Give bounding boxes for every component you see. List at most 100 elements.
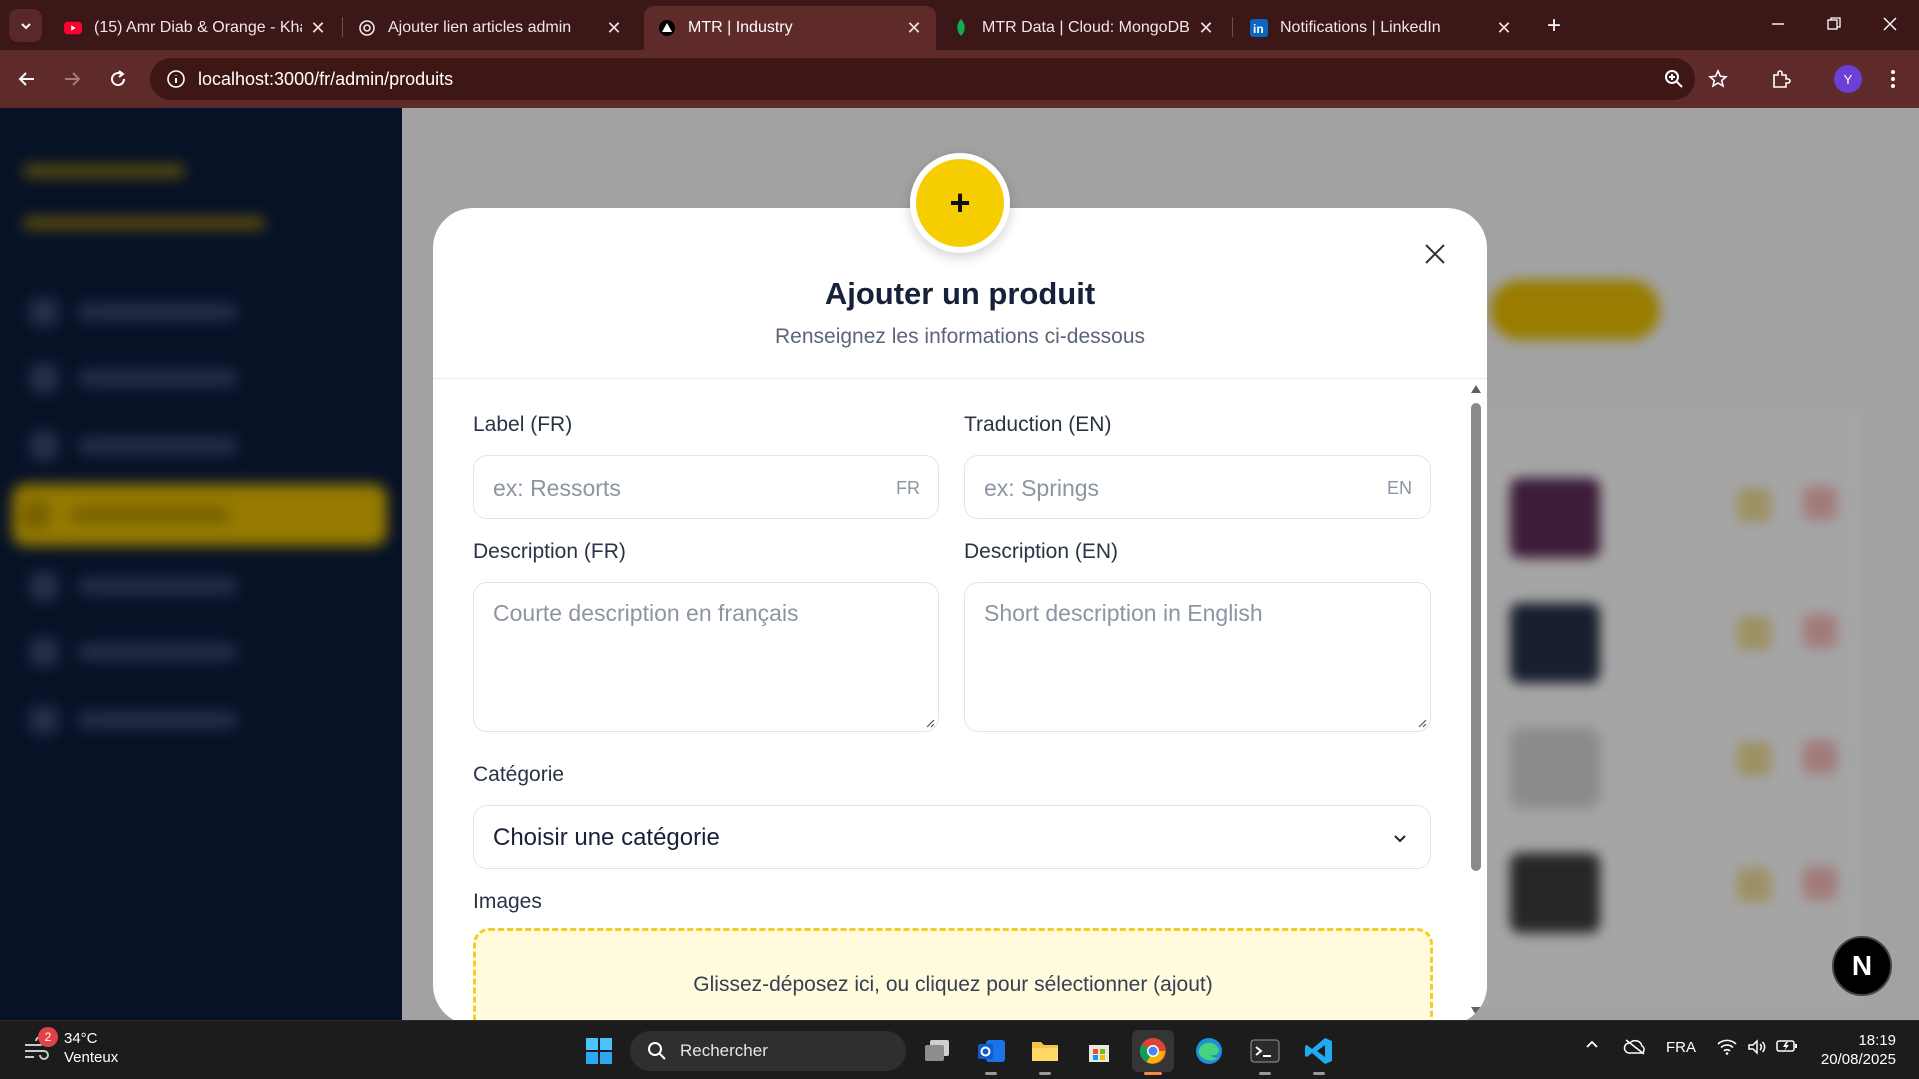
site-info-icon[interactable] bbox=[156, 59, 196, 99]
add-product-modal: Ajouter un produit Renseignez les inform… bbox=[433, 208, 1487, 1020]
close-tab-icon[interactable]: ✕ bbox=[604, 18, 624, 38]
dropzone-text: Glissez-déposez ici, ou cliquez pour sél… bbox=[693, 973, 1213, 996]
reload-icon bbox=[111, 70, 126, 87]
file-explorer-app[interactable] bbox=[1024, 1030, 1066, 1075]
tab-title: Ajouter lien articles admin bbox=[388, 19, 572, 36]
browser-toolbar: localhost:3000/fr/admin/produits Y bbox=[0, 50, 1919, 108]
description-en-label: Description (EN) bbox=[964, 540, 1119, 563]
close-icon bbox=[1883, 17, 1897, 31]
modal-subtitle: Renseignez les informations ci-dessous bbox=[774, 325, 1145, 348]
label-en-input[interactable]: ex: Springs EN bbox=[964, 455, 1431, 519]
close-tab-icon[interactable]: ✕ bbox=[904, 18, 924, 38]
browser-tab-chatgpt[interactable]: Ajouter lien articles admin ✕ bbox=[344, 6, 636, 50]
task-view-icon bbox=[925, 1040, 949, 1061]
language-indicator[interactable]: FRA bbox=[1664, 1039, 1698, 1056]
weather-widget[interactable]: 2 34°C Venteux bbox=[22, 1027, 119, 1067]
restore-window-button[interactable] bbox=[1814, 8, 1854, 40]
zoom-icon[interactable] bbox=[1662, 67, 1686, 91]
minimize-icon bbox=[1772, 23, 1784, 25]
terminal-app[interactable] bbox=[1244, 1030, 1286, 1075]
onedrive-tray-button[interactable] bbox=[1620, 1039, 1650, 1055]
running-indicator bbox=[1313, 1072, 1325, 1075]
show-hidden-icons-button[interactable] bbox=[1580, 1039, 1604, 1049]
chrome-app[interactable] bbox=[1132, 1030, 1174, 1075]
taskbar-search-box[interactable]: Rechercher bbox=[630, 1031, 906, 1071]
edge-app[interactable] bbox=[1188, 1030, 1230, 1072]
browser-tab-youtube[interactable]: (15) Amr Diab & Orange - Khat ✕ bbox=[50, 6, 340, 50]
scroll-up-arrow-icon[interactable] bbox=[1470, 383, 1482, 395]
label-en-lang-suffix: EN bbox=[1386, 478, 1412, 498]
microsoft-store-app[interactable] bbox=[1078, 1030, 1120, 1072]
close-tab-icon[interactable]: ✕ bbox=[308, 18, 328, 38]
taskbar-clock[interactable]: 18:19 20/08/2025 bbox=[1812, 1031, 1896, 1069]
clock-date: 20/08/2025 bbox=[1820, 1051, 1896, 1068]
close-modal-button[interactable] bbox=[1419, 238, 1451, 270]
running-indicator bbox=[1144, 1072, 1162, 1075]
description-fr-textarea[interactable]: Courte description en français bbox=[473, 582, 939, 732]
modal-plus-badge: + bbox=[910, 153, 1010, 253]
mongodb-leaf-icon bbox=[952, 19, 970, 37]
address-bar[interactable]: localhost:3000/fr/admin/produits bbox=[150, 58, 1695, 100]
scrollbar-thumb[interactable] bbox=[1471, 403, 1481, 871]
nextjs-triangle-icon bbox=[658, 19, 676, 37]
chrome-icon bbox=[1139, 1038, 1166, 1064]
close-tab-icon[interactable]: ✕ bbox=[1494, 18, 1514, 38]
terminal-icon bbox=[1250, 1039, 1280, 1063]
resize-grip-icon[interactable] bbox=[923, 716, 935, 728]
tab-search-menu-button[interactable] bbox=[9, 9, 42, 42]
weather-description: Venteux bbox=[64, 1049, 119, 1066]
tab-title: Notifications | LinkedIn bbox=[1280, 19, 1441, 36]
browser-tab-linkedin[interactable]: in Notifications | LinkedIn ✕ bbox=[1236, 6, 1526, 50]
reload-button[interactable] bbox=[102, 63, 134, 95]
battery-tray-icon[interactable] bbox=[1772, 1039, 1802, 1053]
chevron-up-icon bbox=[1586, 1040, 1598, 1048]
description-fr-label: Description (FR) bbox=[473, 540, 626, 563]
back-button[interactable] bbox=[11, 63, 43, 95]
close-window-button[interactable] bbox=[1870, 8, 1910, 40]
description-en-placeholder: Short description in English bbox=[984, 600, 1263, 626]
category-selected-value: Choisir une catégorie bbox=[493, 824, 720, 851]
more-vertical-icon bbox=[1891, 70, 1895, 88]
profile-avatar[interactable]: Y bbox=[1834, 65, 1862, 93]
weather-alert-badge: 2 bbox=[38, 1027, 58, 1047]
forward-button[interactable] bbox=[56, 63, 88, 95]
category-select[interactable]: Choisir une catégorie bbox=[473, 805, 1431, 869]
minimize-window-button[interactable] bbox=[1758, 8, 1798, 40]
browser-tab-mongodb[interactable]: MTR Data | Cloud: MongoDB Cl ✕ bbox=[938, 6, 1228, 50]
description-en-textarea[interactable]: Short description in English bbox=[964, 582, 1431, 732]
category-label: Catégorie bbox=[473, 763, 565, 786]
resize-grip-icon[interactable] bbox=[1415, 716, 1427, 728]
outlook-app[interactable] bbox=[970, 1030, 1012, 1075]
close-tab-icon[interactable]: ✕ bbox=[1196, 18, 1216, 38]
volume-tray-icon[interactable] bbox=[1742, 1039, 1772, 1055]
label-fr-label: Label (FR) bbox=[473, 413, 573, 436]
new-tab-button[interactable]: + bbox=[1540, 12, 1568, 40]
browser-menu-button[interactable] bbox=[1877, 63, 1909, 95]
label-en-placeholder: ex: Springs bbox=[984, 475, 1100, 501]
browser-tab-mtr-industry[interactable]: MTR | Industry ✕ bbox=[644, 6, 936, 50]
running-indicator bbox=[985, 1072, 997, 1075]
images-dropzone[interactable]: Glissez-déposez ici, ou cliquez pour sél… bbox=[473, 928, 1433, 1020]
vscode-app[interactable] bbox=[1298, 1030, 1340, 1075]
extensions-button[interactable] bbox=[1765, 63, 1797, 95]
folder-icon bbox=[1032, 1042, 1058, 1061]
arrow-right-icon bbox=[65, 72, 81, 86]
bookmark-star-button[interactable] bbox=[1702, 63, 1734, 95]
vscode-icon bbox=[1305, 1038, 1332, 1064]
browser-tab-strip: (15) Amr Diab & Orange - Khat ✕ Ajouter … bbox=[0, 0, 1919, 50]
label-fr-input[interactable]: ex: Ressorts FR bbox=[473, 455, 939, 519]
start-button[interactable] bbox=[578, 1030, 620, 1072]
scroll-down-arrow-icon[interactable] bbox=[1470, 1005, 1482, 1017]
puzzle-icon bbox=[1773, 70, 1791, 88]
wind-weather-icon: 2 bbox=[22, 1027, 58, 1063]
wifi-tray-icon[interactable] bbox=[1712, 1039, 1742, 1055]
modal-scrollbar[interactable] bbox=[1465, 379, 1487, 1020]
restore-icon bbox=[1827, 17, 1841, 30]
label-fr-lang-suffix: FR bbox=[896, 478, 920, 498]
weather-temperature: 34°C bbox=[64, 1030, 98, 1047]
nextjs-dev-tools-button[interactable]: N bbox=[1832, 936, 1892, 996]
url-text[interactable]: localhost:3000/fr/admin/produits bbox=[198, 69, 453, 90]
star-icon bbox=[1708, 69, 1728, 88]
tab-title: MTR | Industry bbox=[688, 19, 793, 36]
task-view-button[interactable] bbox=[916, 1030, 958, 1072]
